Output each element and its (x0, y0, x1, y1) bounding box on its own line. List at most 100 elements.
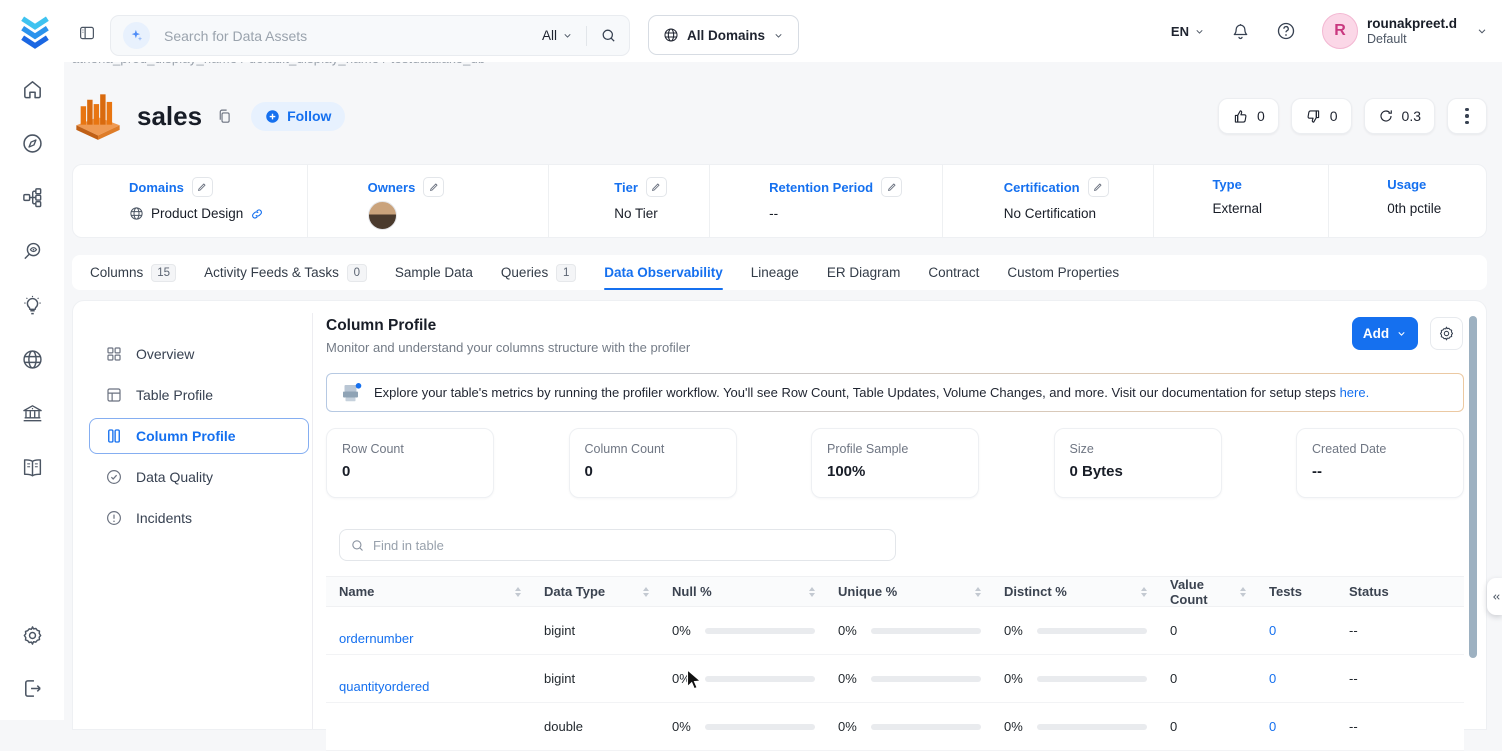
tab-columns[interactable]: Columns15 (90, 255, 176, 290)
observability-search-icon[interactable] (21, 240, 44, 263)
nav-data-quality[interactable]: Data Quality (89, 459, 309, 495)
edit-retention-button[interactable] (881, 177, 902, 197)
nav-table-profile[interactable]: Table Profile (89, 377, 309, 413)
table-row: double 0% 0% 0% 0 0 -- (326, 703, 1464, 751)
upvote-button[interactable]: 0 (1218, 98, 1279, 134)
unique-pct-bar (871, 628, 981, 634)
all-domains-label: All Domains (687, 28, 765, 43)
tests-link[interactable]: 0 (1256, 703, 1336, 750)
all-domains-dropdown[interactable]: All Domains (648, 15, 799, 55)
tab-data-observability[interactable]: Data Observability (604, 255, 723, 290)
tab-activity-feeds[interactable]: Activity Feeds & Tasks0 (204, 255, 367, 290)
column-data-type: bigint (531, 655, 659, 702)
profiler-settings-button[interactable] (1430, 317, 1463, 350)
domains-value[interactable]: Product Design (151, 206, 243, 221)
nav-incidents[interactable]: Incidents (89, 500, 309, 536)
table-profile-icon (105, 386, 123, 404)
tests-link[interactable]: 0 (1256, 655, 1336, 702)
find-in-table-input[interactable] (373, 538, 885, 553)
stat-size: Size0 Bytes (1054, 428, 1222, 498)
check-circle-icon (105, 468, 123, 486)
search-scope-dropdown[interactable]: All (542, 28, 573, 43)
home-icon[interactable] (21, 78, 44, 101)
app-logo[interactable] (16, 13, 54, 51)
col-header-distinct[interactable]: Distinct % (991, 577, 1157, 606)
tab-er-diagram[interactable]: ER Diagram (827, 255, 901, 290)
column-name-link[interactable]: quantityordered (326, 655, 531, 702)
sort-icon[interactable] (809, 587, 815, 597)
sort-icon[interactable] (1240, 587, 1246, 597)
more-actions-button[interactable] (1447, 98, 1487, 134)
user-menu[interactable]: R rounakpreet.d Default (1322, 13, 1488, 49)
col-header-unique[interactable]: Unique % (825, 577, 991, 606)
entity-metadata-bar: Domains Product Design Owners Tier No Ti… (72, 164, 1487, 238)
column-name-link[interactable]: ordernumber (326, 607, 531, 654)
null-pct-bar (705, 724, 815, 730)
col-header-name[interactable]: Name (326, 577, 531, 606)
stat-profile-sample: Profile Sample100% (811, 428, 979, 498)
add-button[interactable]: Add (1352, 317, 1418, 350)
tab-contract[interactable]: Contract (928, 255, 979, 290)
global-search[interactable]: All (110, 15, 630, 56)
insights-bulb-icon[interactable] (21, 294, 44, 317)
edit-tier-button[interactable] (646, 177, 667, 197)
nav-column-profile[interactable]: Column Profile (89, 418, 309, 454)
distinct-pct: 0% (1004, 623, 1023, 638)
sidebar-toggle-icon[interactable] (78, 24, 96, 42)
columns-table: Name Data Type Null % Unique % Distinct … (326, 576, 1464, 751)
sort-icon[interactable] (1141, 587, 1147, 597)
tab-custom-properties[interactable]: Custom Properties (1007, 255, 1119, 290)
column-profile-content: Column Profile Monitor and understand yo… (326, 301, 1464, 729)
notifications-bell-icon[interactable] (1231, 22, 1250, 41)
version-button[interactable]: 0.3 (1364, 98, 1435, 134)
find-in-table[interactable] (339, 529, 896, 561)
search-icon[interactable] (600, 27, 617, 44)
downvote-button[interactable]: 0 (1291, 98, 1352, 134)
edit-owners-button[interactable] (423, 177, 444, 197)
col-header-null[interactable]: Null % (659, 577, 825, 606)
owner-avatar[interactable] (368, 201, 397, 230)
settings-gear-icon[interactable] (21, 624, 44, 647)
tab-sample-data[interactable]: Sample Data (395, 255, 473, 290)
search-input[interactable] (164, 28, 542, 44)
domains-globe-icon[interactable] (21, 348, 44, 371)
nav-overview[interactable]: Overview (89, 336, 309, 372)
follow-button[interactable]: Follow (251, 102, 345, 131)
sort-icon[interactable] (515, 587, 521, 597)
data-hierarchy-icon[interactable] (21, 186, 44, 209)
tab-lineage[interactable]: Lineage (751, 255, 799, 290)
stat-column-count: Column Count0 (569, 428, 737, 498)
logout-icon[interactable] (21, 677, 44, 700)
sort-icon[interactable] (643, 587, 649, 597)
panel-collapse-handle[interactable] (1487, 578, 1502, 615)
panel-scrollbar[interactable] (1469, 316, 1477, 658)
help-icon[interactable] (1276, 21, 1296, 41)
language-dropdown[interactable]: EN (1171, 24, 1205, 39)
null-pct-bar (705, 676, 815, 682)
column-name-link[interactable] (326, 703, 531, 750)
ai-sparkle-icon (123, 22, 150, 49)
sort-icon[interactable] (975, 587, 981, 597)
entity-header: sales Follow 0 0 0.3 (72, 88, 1487, 144)
table-header-row: Name Data Type Null % Unique % Distinct … (326, 576, 1464, 607)
tab-queries[interactable]: Queries1 (501, 255, 576, 290)
profiler-workflow-icon (339, 381, 363, 405)
add-label: Add (1363, 326, 1389, 341)
col-header-value-count[interactable]: Value Count (1157, 577, 1256, 606)
user-team: Default (1367, 32, 1457, 47)
unique-pct-bar (871, 724, 981, 730)
certification-value: No Certification (1004, 206, 1096, 221)
glossary-book-icon[interactable] (21, 456, 44, 479)
explore-compass-icon[interactable] (21, 132, 44, 155)
edit-domains-button[interactable] (192, 177, 213, 197)
metadata-certification: Certification No Certification (943, 165, 1155, 237)
copy-icon[interactable] (216, 108, 233, 125)
tests-link[interactable]: 0 (1256, 607, 1336, 654)
column-data-type: double (531, 703, 659, 750)
banner-docs-link[interactable]: here. (1340, 385, 1370, 400)
column-data-type: bigint (531, 607, 659, 654)
govern-bank-icon[interactable] (21, 402, 44, 425)
edit-certification-button[interactable] (1088, 177, 1109, 197)
col-header-data-type[interactable]: Data Type (531, 577, 659, 606)
value-count: 0 (1157, 655, 1256, 702)
